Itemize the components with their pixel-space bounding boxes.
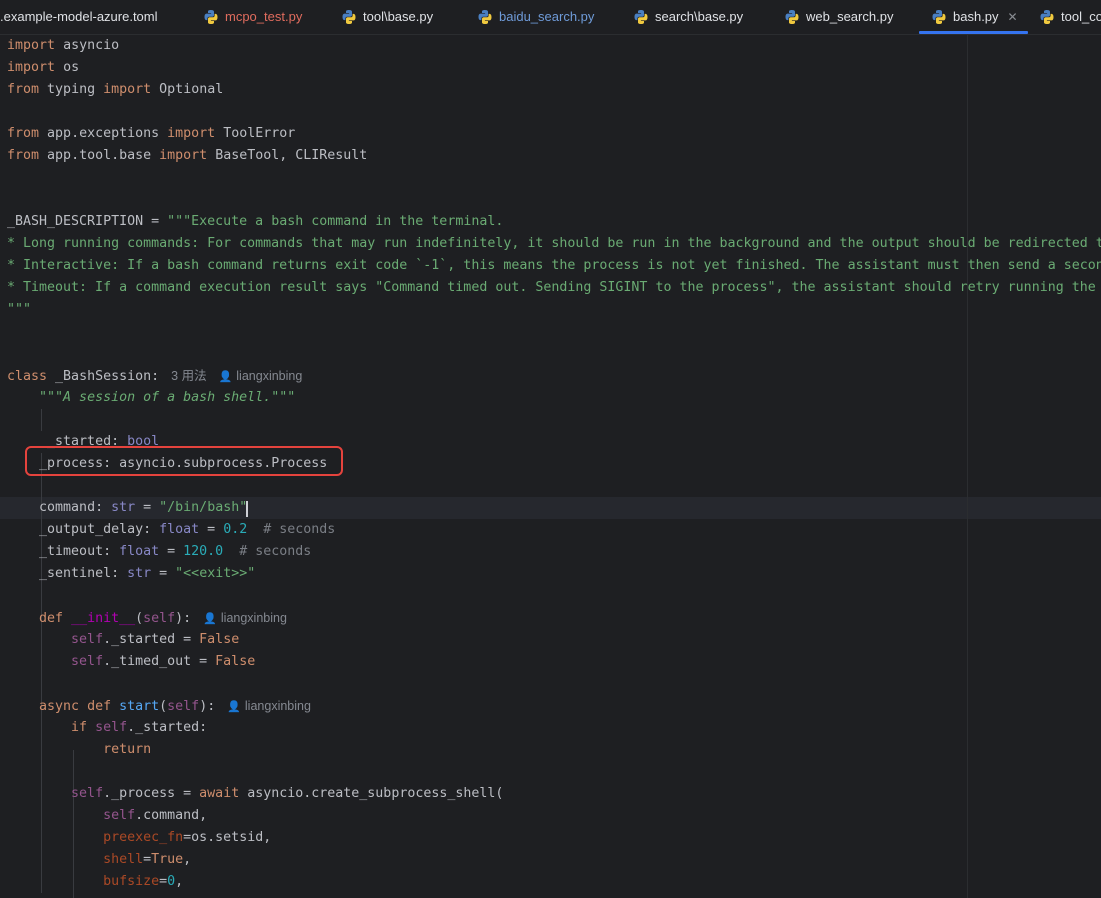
active-tab-indicator <box>919 31 1028 34</box>
code-line: self._timed_out = False <box>71 654 256 669</box>
tab-mcpo-test-py[interactable]: mcpo_test.py <box>203 0 302 33</box>
code-editor[interactable]: import asyncio import os from typing imp… <box>0 35 1101 898</box>
code-line: from typing import Optional <box>7 82 224 97</box>
author-hint[interactable]: 👤 liangxinbing <box>203 611 287 625</box>
code-line: * Timeout: If a command execution result… <box>7 280 1096 295</box>
author-hint[interactable]: 👤 liangxinbing <box>219 369 303 383</box>
user-icon: 👤 <box>227 701 241 713</box>
tab-label: search\base.py <box>655 9 744 24</box>
tab-web-search-py[interactable]: web_search.py <box>784 0 893 33</box>
python-file-icon <box>1040 9 1054 24</box>
tab-baidu-search-py[interactable]: baidu_search.py <box>477 0 594 33</box>
editor-tab-bar: .example-model-azure.toml mcpo_test.py t… <box>0 0 1101 35</box>
author-hint[interactable]: 👤 liangxinbing <box>227 699 311 713</box>
tab-label: mcpo_test.py <box>225 9 303 24</box>
close-tab-icon[interactable]: ✕ <box>1008 10 1018 24</box>
python-file-icon <box>204 9 218 24</box>
usages-hint[interactable]: 3 用法 <box>171 369 206 383</box>
code-line: command: str = "/bin/bash" <box>39 500 248 515</box>
tab-label: bash.py <box>953 9 999 24</box>
code-line: * Interactive: If a bash command returns… <box>7 258 1101 273</box>
code-line: shell=True, <box>103 852 192 867</box>
code-line: """A session of a bash shell.""" <box>39 390 296 405</box>
indent-guide <box>41 409 42 431</box>
code-line: _output_delay: float = 0.2 # seconds <box>39 522 336 537</box>
python-file-icon <box>634 9 648 24</box>
code-line: from app.exceptions import ToolError <box>7 126 296 141</box>
tab-search-base-py[interactable]: search\base.py <box>633 0 743 33</box>
code-line-init-def: def __init__(self): 👤 liangxinbing <box>7 607 287 629</box>
code-line: _sentinel: str = "<<exit>>" <box>39 566 256 581</box>
code-line: self._process = await asyncio.create_sub… <box>71 786 504 801</box>
annotation-highlight-box <box>25 446 343 476</box>
code-line: return <box>103 742 152 757</box>
tab-label: baidu_search.py <box>499 9 595 24</box>
code-line: _BASH_DESCRIPTION = """Execute a bash co… <box>7 214 504 229</box>
code-line: import asyncio <box>7 38 120 53</box>
tab-label: web_search.py <box>806 9 894 24</box>
user-icon: 👤 <box>218 371 233 383</box>
code-line: from app.tool.base import BaseTool, CLIR… <box>7 148 368 163</box>
code-line: self.command, <box>103 808 208 823</box>
tab-label: tool_co <box>1061 9 1101 24</box>
code-line: preexec_fn=os.setsid, <box>103 830 272 845</box>
code-line: _timeout: float = 120.0 # seconds <box>39 544 312 559</box>
python-file-icon <box>342 9 356 24</box>
python-file-icon <box>785 9 799 24</box>
right-margin-guide <box>967 35 968 898</box>
python-file-icon <box>478 9 492 24</box>
tab-label: .example-model-azure.toml <box>0 9 158 24</box>
user-icon: 👤 <box>203 613 217 625</box>
code-line-start-def: async def start(self): 👤 liangxinbing <box>7 695 311 717</box>
tab-tool-base-py[interactable]: tool\base.py <box>341 0 433 33</box>
tab-label: tool\base.py <box>363 9 434 24</box>
python-file-icon <box>932 9 946 24</box>
code-line: * Long running commands: For commands th… <box>7 236 1101 251</box>
code-line: import os <box>7 60 80 75</box>
code-line: bufsize=0, <box>103 874 184 889</box>
code-line-class-def: class _BashSession: 3 用法 👤 liangxinbing <box>7 365 302 387</box>
text-cursor <box>246 501 248 517</box>
tab-tool-co[interactable]: tool_co <box>1039 0 1101 33</box>
tab-bash-py[interactable]: bash.py ✕ <box>931 0 1018 33</box>
tab-example-model-azure-toml[interactable]: .example-model-azure.toml <box>0 0 158 33</box>
code-line: """ <box>7 302 32 317</box>
code-line: self._started = False <box>71 632 240 647</box>
code-line: if self._started: <box>71 720 208 735</box>
